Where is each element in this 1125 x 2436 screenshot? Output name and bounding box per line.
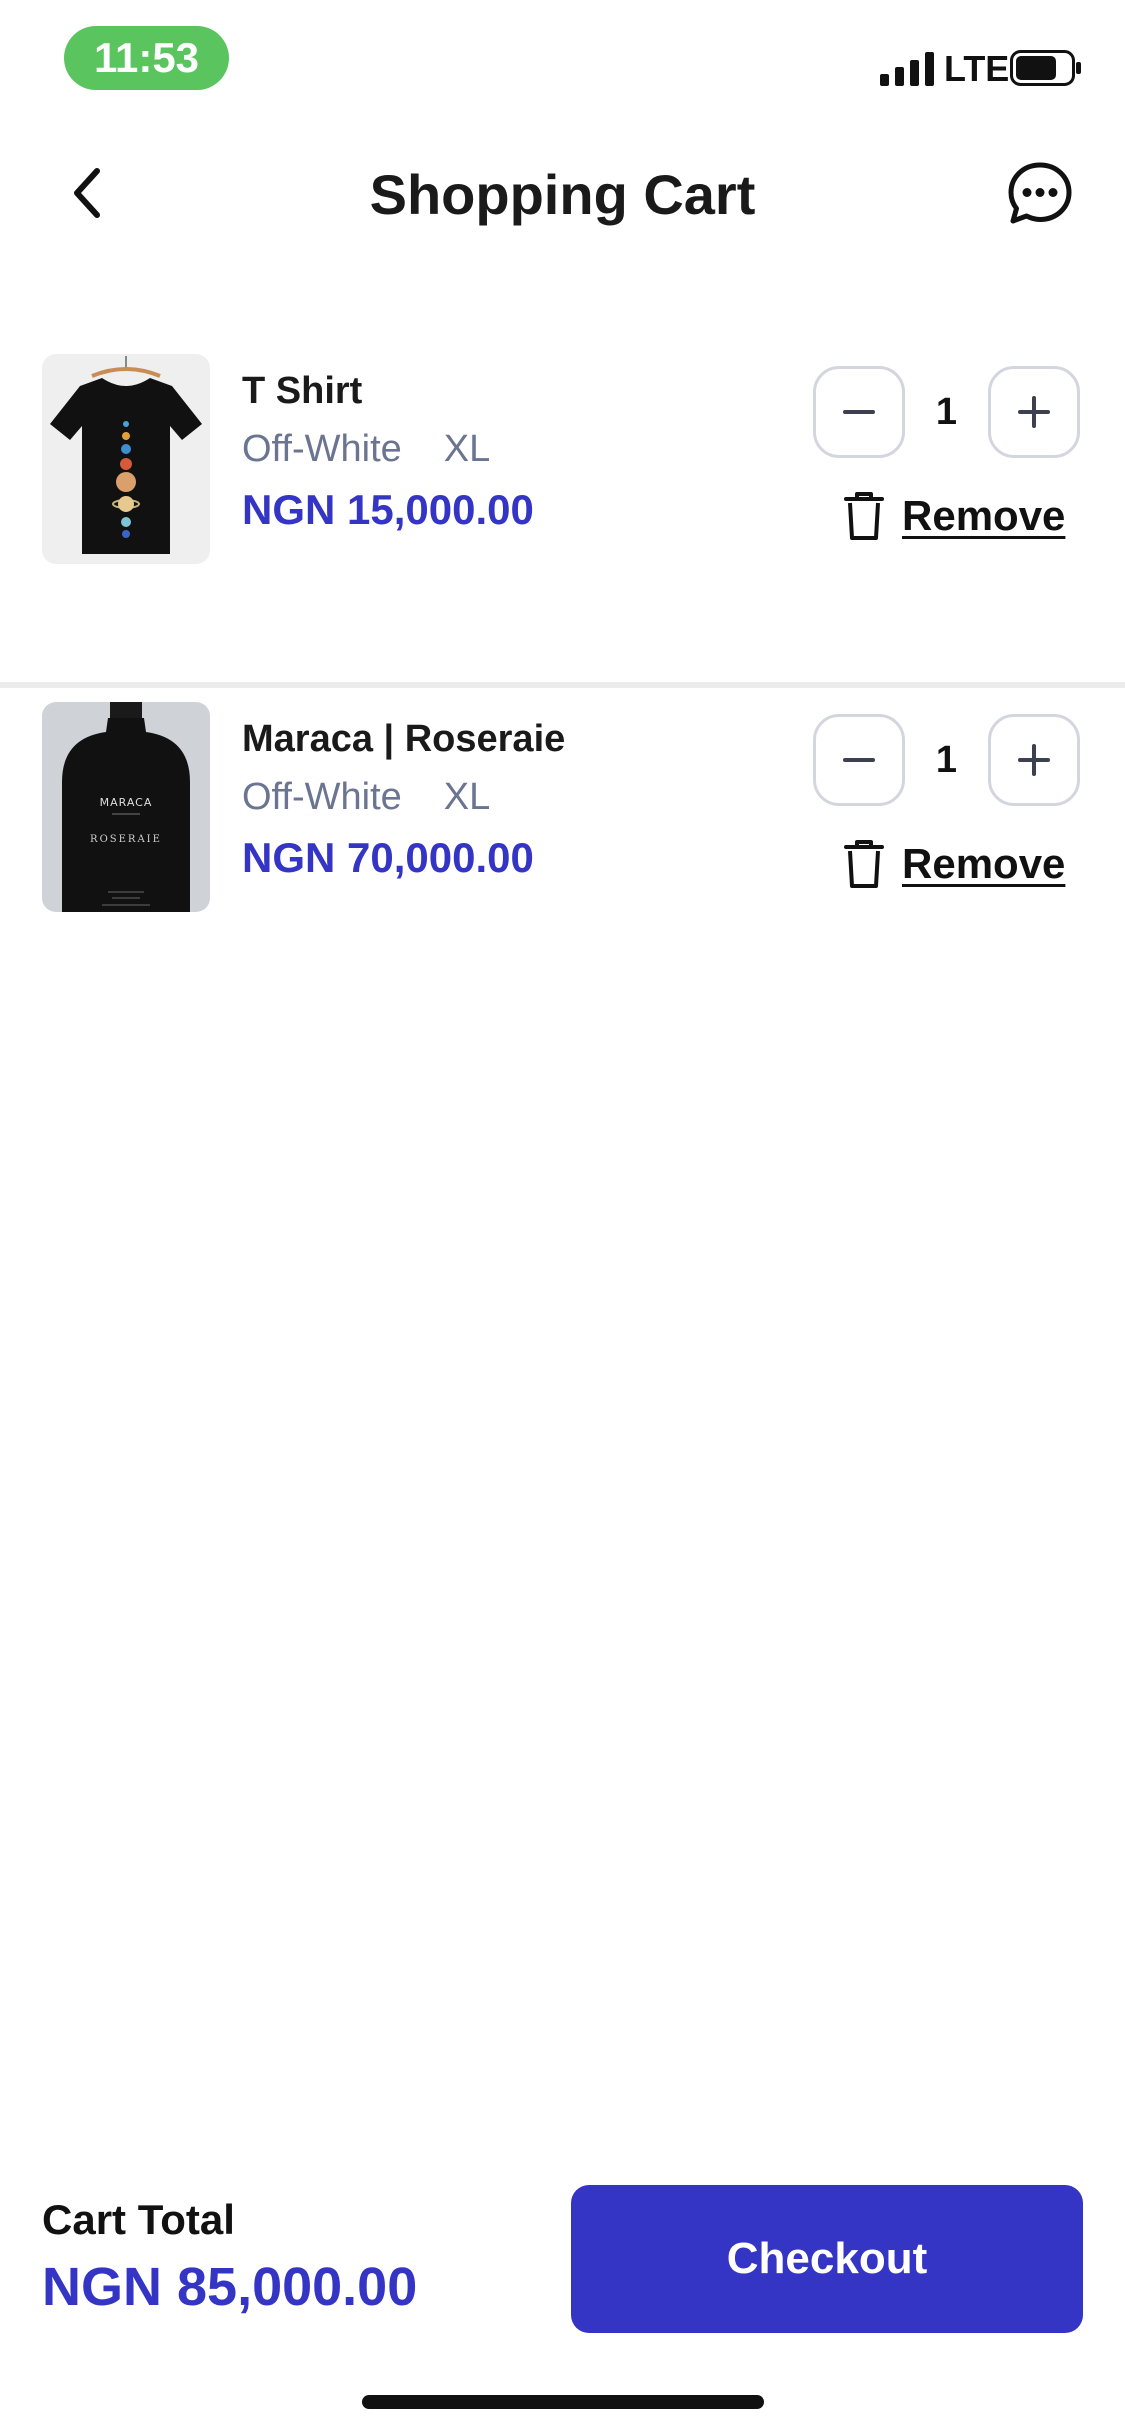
network-type: LTE [944,48,1010,89]
perfume-bottle-image: MARACA ROSERAIE [42,702,210,912]
signal-icon [880,52,934,86]
checkout-button[interactable]: Checkout [571,2185,1083,2333]
item-price: NGN 15,000.00 [242,486,534,533]
chevron-left-icon [74,168,100,218]
cart-total-value: NGN 85,000.00 [42,2257,418,2317]
item-size: XL [443,428,491,470]
chat-button[interactable] [1000,154,1080,234]
item-color: Off-White [242,776,402,818]
item-price: NGN 70,000.00 [242,834,534,881]
cart-total-label: Cart Total [42,2196,235,2243]
home-indicator[interactable] [362,2395,764,2409]
item-variant: Off-White XL [242,428,490,471]
trash-icon [844,492,884,540]
cart-list: T Shirt Off-White XL NGN 15,000.00 1 Remo… [0,340,1125,1030]
remove-button[interactable]: Remove [844,834,1065,894]
decrease-quantity-button[interactable] [813,366,905,458]
trash-icon [844,840,884,888]
cart-item: MARACA ROSERAIE Maraca | Roseraie Off-Wh… [0,682,1125,1030]
status-bar: 11:53 LTE [0,0,1125,130]
item-name: Maraca | Roseraie [242,718,566,760]
page-title: Shopping Cart [369,163,756,226]
back-button[interactable] [52,158,122,228]
status-time: 11:53 [64,26,229,90]
product-image-perfume[interactable]: MARACA ROSERAIE [42,702,210,912]
plus-icon [1018,744,1050,776]
item-color: Off-White [242,428,402,470]
increase-quantity-button[interactable] [988,366,1080,458]
item-name: T Shirt [242,370,363,412]
increase-quantity-button[interactable] [988,714,1080,806]
cart-item: T Shirt Off-White XL NGN 15,000.00 1 Remo… [0,340,1125,682]
remove-button[interactable]: Remove [844,486,1065,546]
remove-label: Remove [902,840,1066,887]
minus-icon [843,410,875,414]
item-size: XL [443,776,491,818]
bottle-brand-text: MARACA [100,796,153,809]
plus-icon [1018,396,1050,428]
quantity-value: 1 [935,739,958,781]
decrease-quantity-button[interactable] [813,714,905,806]
minus-icon [843,758,875,762]
bottle-product-text: ROSERAIE [90,834,162,845]
battery-icon [1010,50,1081,86]
quantity-value: 1 [935,391,958,433]
remove-label: Remove [902,492,1066,539]
tshirt-image [42,354,210,564]
product-image-tshirt[interactable] [42,354,210,564]
cart-footer: Cart Total NGN 85,000.00 Checkout [0,2180,1125,2340]
item-variant: Off-White XL [242,776,490,819]
chat-bubble-icon [1008,162,1072,224]
header: Shopping Cart [0,140,1125,250]
